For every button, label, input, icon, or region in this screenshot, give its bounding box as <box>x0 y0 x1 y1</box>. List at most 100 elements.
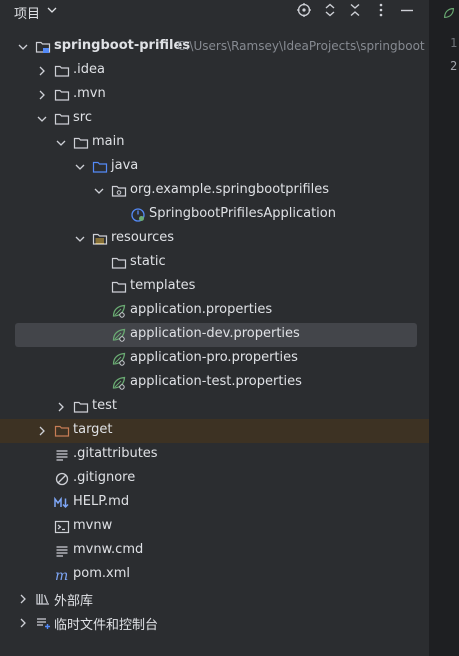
tree-node-label: resources <box>111 230 175 245</box>
tree-node[interactable]: resources <box>0 227 430 251</box>
source-folder-icon <box>92 161 108 173</box>
tree-node-label: 临时文件和控制台 <box>54 618 159 633</box>
tree-node[interactable]: springboot-prifiles C:\Users\Ramsey\IdeaP… <box>0 35 430 59</box>
tree-node[interactable]: target <box>0 419 430 443</box>
tree-node[interactable]: application-dev.properties <box>0 323 430 347</box>
tree-node-label: application-test.properties <box>130 374 302 389</box>
tree-node-label: .gitattributes <box>73 446 158 461</box>
spring-properties-icon <box>112 304 126 318</box>
ignore-file-icon <box>55 472 69 486</box>
tree-node[interactable]: static <box>0 251 430 275</box>
tree-node[interactable]: .gitignore <box>0 467 430 491</box>
scratches-icon <box>37 618 50 629</box>
project-path: C:\Users\Ramsey\IdeaProjects\springboot <box>177 39 425 53</box>
chevron-right-icon[interactable] <box>17 617 29 629</box>
editor-tab[interactable] <box>430 0 459 29</box>
tree-node[interactable]: .mvn <box>0 83 430 107</box>
svg-text:m: m <box>55 568 68 583</box>
spring-properties-icon <box>112 352 126 366</box>
chevron-down-icon[interactable] <box>74 161 86 173</box>
tree-node-label: SpringbootPrifilesApplication <box>149 206 336 221</box>
panel-title[interactable]: 项目 <box>14 3 40 22</box>
minimize-icon[interactable] <box>399 2 415 18</box>
tree-node[interactable]: java <box>0 155 430 179</box>
tree-node-label: .idea <box>73 62 105 77</box>
tree-node[interactable]: test <box>0 395 430 419</box>
libraries-icon <box>36 594 49 605</box>
line-number: 1 <box>450 36 458 50</box>
chevron-down-icon[interactable] <box>74 233 86 245</box>
tree-node-label: mvnw.cmd <box>73 542 144 557</box>
chevron-down-icon[interactable] <box>93 185 105 197</box>
excluded-folder-icon <box>54 425 70 437</box>
tree-node[interactable]: application-pro.properties <box>0 347 430 371</box>
tree-node-label: org.example.springbootprifiles <box>130 182 330 197</box>
chevron-down-icon[interactable] <box>46 4 58 16</box>
chevron-down-icon[interactable] <box>55 137 67 149</box>
tree-node[interactable]: mvnw.cmd <box>0 539 430 563</box>
maven-icon: m <box>55 568 68 583</box>
text-file-icon <box>56 546 68 557</box>
project-tool-window: 项目 springboot-prifiles C:\Users\Ramsey\Id… <box>0 0 430 656</box>
markdown-icon <box>54 496 69 509</box>
expand-collapse-icon[interactable] <box>322 2 338 18</box>
tree-node[interactable]: m pom.xml <box>0 563 430 587</box>
folder-icon <box>73 137 89 149</box>
tree-node[interactable]: .gitattributes <box>0 443 430 467</box>
folder-icon <box>73 401 89 413</box>
spring-boot-app-icon <box>131 208 145 222</box>
tree-node-label: application-dev.properties <box>130 326 300 341</box>
tree-node-label: static <box>130 254 166 269</box>
tree-node[interactable]: 临时文件和控制台 <box>0 611 430 635</box>
folder-icon <box>111 257 127 269</box>
tree-node[interactable]: mvnw <box>0 515 430 539</box>
tree-node-label: .mvn <box>73 86 106 101</box>
tree-node-label: application-pro.properties <box>130 350 298 365</box>
chevron-right-icon[interactable] <box>36 65 48 77</box>
shell-script-icon <box>54 520 70 534</box>
tree-node[interactable]: src <box>0 107 430 131</box>
tree-node-label: mvnw <box>73 518 113 533</box>
folder-icon <box>54 65 70 77</box>
editor-area[interactable]: 1 2 <box>430 0 459 656</box>
tree-node[interactable]: SpringbootPrifilesApplication <box>0 203 430 227</box>
tree-node-label: application.properties <box>130 302 273 317</box>
package-icon <box>111 185 127 197</box>
tree-node[interactable]: HELP.md <box>0 491 430 515</box>
chevron-down-icon[interactable] <box>17 41 29 53</box>
chevron-right-icon[interactable] <box>55 401 67 413</box>
tree-node-label: src <box>73 110 92 125</box>
tree-node[interactable]: .idea <box>0 59 430 83</box>
line-number: 2 <box>450 59 458 73</box>
crosshair-icon[interactable] <box>296 2 312 18</box>
tree-node[interactable]: 外部库 <box>0 587 430 611</box>
tree-node-label: springboot-prifiles <box>54 38 191 53</box>
tool-window-header: 项目 <box>0 0 430 22</box>
folder-icon <box>54 89 70 101</box>
chevron-right-icon[interactable] <box>36 425 48 437</box>
spring-properties-icon <box>112 328 126 342</box>
spring-properties-icon <box>112 376 126 390</box>
collapse-all-icon[interactable] <box>347 2 363 18</box>
tree-node[interactable]: main <box>0 131 430 155</box>
tree-node-label: test <box>92 398 117 413</box>
tree-node-label: pom.xml <box>73 566 130 581</box>
folder-icon <box>54 113 70 125</box>
spring-properties-icon <box>444 8 454 18</box>
editor-gutter: 1 2 <box>430 28 459 73</box>
chevron-down-icon[interactable] <box>36 113 48 125</box>
more-options-icon[interactable] <box>373 2 389 18</box>
tree-node-label: templates <box>130 278 196 293</box>
tree-node-label: .gitignore <box>73 470 136 485</box>
tree-node[interactable]: org.example.springbootprifiles <box>0 179 430 203</box>
tree-node[interactable]: application.properties <box>0 299 430 323</box>
tree-node-label: main <box>92 134 125 149</box>
chevron-right-icon[interactable] <box>36 89 48 101</box>
resources-folder-icon <box>92 233 108 245</box>
chevron-right-icon[interactable] <box>17 593 29 605</box>
tree-node[interactable]: application-test.properties <box>0 371 430 395</box>
tree-node-label: 外部库 <box>54 594 94 609</box>
text-file-icon <box>56 450 68 461</box>
tree-node[interactable]: templates <box>0 275 430 299</box>
folder-icon <box>111 281 127 293</box>
